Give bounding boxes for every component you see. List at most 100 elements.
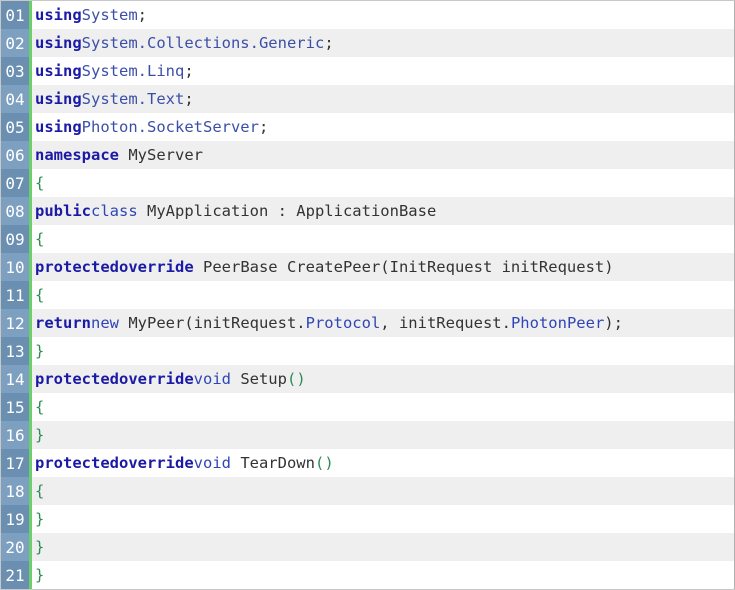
code-line: 05 usingPhoton.SocketServer; — [1, 113, 734, 141]
line-number: 02 — [1, 29, 32, 57]
code-token: override — [119, 454, 194, 472]
code-token: using — [35, 34, 82, 52]
code-text: { — [32, 286, 44, 304]
line-number: 04 — [1, 85, 32, 113]
code-token: protected — [35, 370, 119, 388]
code-text: { — [32, 174, 44, 192]
code-token: namespace — [35, 146, 119, 164]
code-token: System.Collections.Generic — [81, 34, 325, 52]
code-token: Photon.SocketServer — [81, 118, 259, 136]
code-token: override — [119, 370, 194, 388]
code-token: } — [35, 538, 45, 556]
code-line: 03 usingSystem.Linq; — [1, 57, 734, 85]
line-number: 21 — [1, 561, 32, 589]
code-text: usingSystem.Text; — [32, 90, 194, 108]
code-line: 12 returnnew MyPeer(initRequest.Protocol,… — [1, 309, 734, 337]
code-token: MyApplication : ApplicationBase — [137, 202, 437, 220]
code-token: PhotonPeer — [510, 314, 605, 332]
code-text: { — [32, 482, 44, 500]
line-number: 16 — [1, 421, 32, 449]
code-token: { — [35, 482, 45, 500]
code-text: protectedoverridevoid TearDown() — [32, 454, 334, 472]
line-number: 13 — [1, 337, 32, 365]
code-text: { — [32, 398, 44, 416]
code-token: ; — [324, 34, 334, 52]
line-number: 18 — [1, 477, 32, 505]
code-token: } — [35, 426, 45, 444]
code-text: publicclass MyApplication : ApplicationB… — [32, 202, 436, 220]
code-token: { — [35, 230, 45, 248]
line-number: 09 — [1, 225, 32, 253]
code-token: PeerBase CreatePeer(InitRequest initRequ… — [193, 258, 614, 276]
code-text: usingSystem.Linq; — [32, 62, 194, 80]
code-token: class — [91, 202, 138, 220]
line-number: 15 — [1, 393, 32, 421]
code-line: 10 protectedoverride PeerBase CreatePeer(… — [1, 253, 734, 281]
code-text: usingPhoton.SocketServer; — [32, 118, 268, 136]
code-text: protectedoverridevoid Setup() — [32, 370, 306, 388]
code-token: } — [35, 510, 45, 528]
code-text: } — [32, 538, 44, 556]
code-token: ; — [258, 118, 269, 136]
line-number: 11 — [1, 281, 32, 309]
code-token: void — [193, 454, 231, 472]
code-token: } — [35, 342, 45, 360]
code-token: ); — [604, 314, 623, 332]
code-line: 08 publicclass MyApplication : Applicatio… — [1, 197, 734, 225]
code-line: 16} — [1, 421, 734, 449]
code-text: namespace MyServer — [32, 146, 203, 164]
line-number: 19 — [1, 505, 32, 533]
code-token: Setup — [230, 370, 287, 388]
code-line: 21} — [1, 561, 734, 589]
code-line: 18{ — [1, 477, 734, 505]
code-token: ; — [184, 90, 194, 108]
code-token: public — [35, 202, 91, 220]
code-token: MyPeer(initRequest. — [119, 314, 306, 332]
code-line: 17 protectedoverridevoid TearDown() — [1, 449, 734, 477]
code-token: ; — [137, 6, 148, 24]
code-block: 01 usingSystem; 02 usingSystem.Collections.… — [0, 0, 735, 590]
line-number: 05 — [1, 113, 32, 141]
code-line: 09{ — [1, 225, 734, 253]
code-token: protected — [35, 258, 119, 276]
code-token: { — [35, 174, 45, 192]
line-number: 01 — [1, 1, 32, 29]
line-number: 06 — [1, 141, 32, 169]
code-token: using — [35, 6, 82, 24]
line-number: 20 — [1, 533, 32, 561]
code-token: { — [35, 286, 45, 304]
code-text: protectedoverride PeerBase CreatePeer(In… — [32, 258, 614, 276]
code-token: () — [286, 370, 306, 388]
code-token: using — [35, 62, 82, 80]
code-text: } — [32, 426, 44, 444]
code-token: using — [35, 90, 82, 108]
line-number: 10 — [1, 253, 32, 281]
code-token: } — [35, 566, 45, 584]
code-token: System.Text — [81, 90, 185, 108]
code-line: 07{ — [1, 169, 734, 197]
code-token: ; — [184, 62, 194, 80]
code-text: { — [32, 230, 44, 248]
line-number: 14 — [1, 365, 32, 393]
code-token: MyServer — [119, 146, 203, 164]
code-line: 15{ — [1, 393, 734, 421]
code-line: 14 protectedoverridevoid Setup() — [1, 365, 734, 393]
line-number: 12 — [1, 309, 32, 337]
code-token: return — [35, 314, 91, 332]
code-token: , initRequest. — [380, 314, 511, 332]
code-line: 02 usingSystem.Collections.Generic; — [1, 29, 734, 57]
code-text: returnnew MyPeer(initRequest.Protocol, i… — [32, 314, 623, 332]
code-token: System.Linq — [81, 62, 185, 80]
line-number: 08 — [1, 197, 32, 225]
code-text: usingSystem.Collections.Generic; — [32, 34, 334, 52]
code-text: } — [32, 510, 44, 528]
code-token: System — [81, 6, 138, 24]
code-text: } — [32, 342, 44, 360]
code-token: { — [35, 398, 45, 416]
code-token: TearDown — [230, 454, 315, 472]
code-line: 20} — [1, 533, 734, 561]
code-token: Protocol — [305, 314, 381, 332]
code-line: 06 namespace MyServer — [1, 141, 734, 169]
code-line: 11{ — [1, 281, 734, 309]
line-number: 07 — [1, 169, 32, 197]
